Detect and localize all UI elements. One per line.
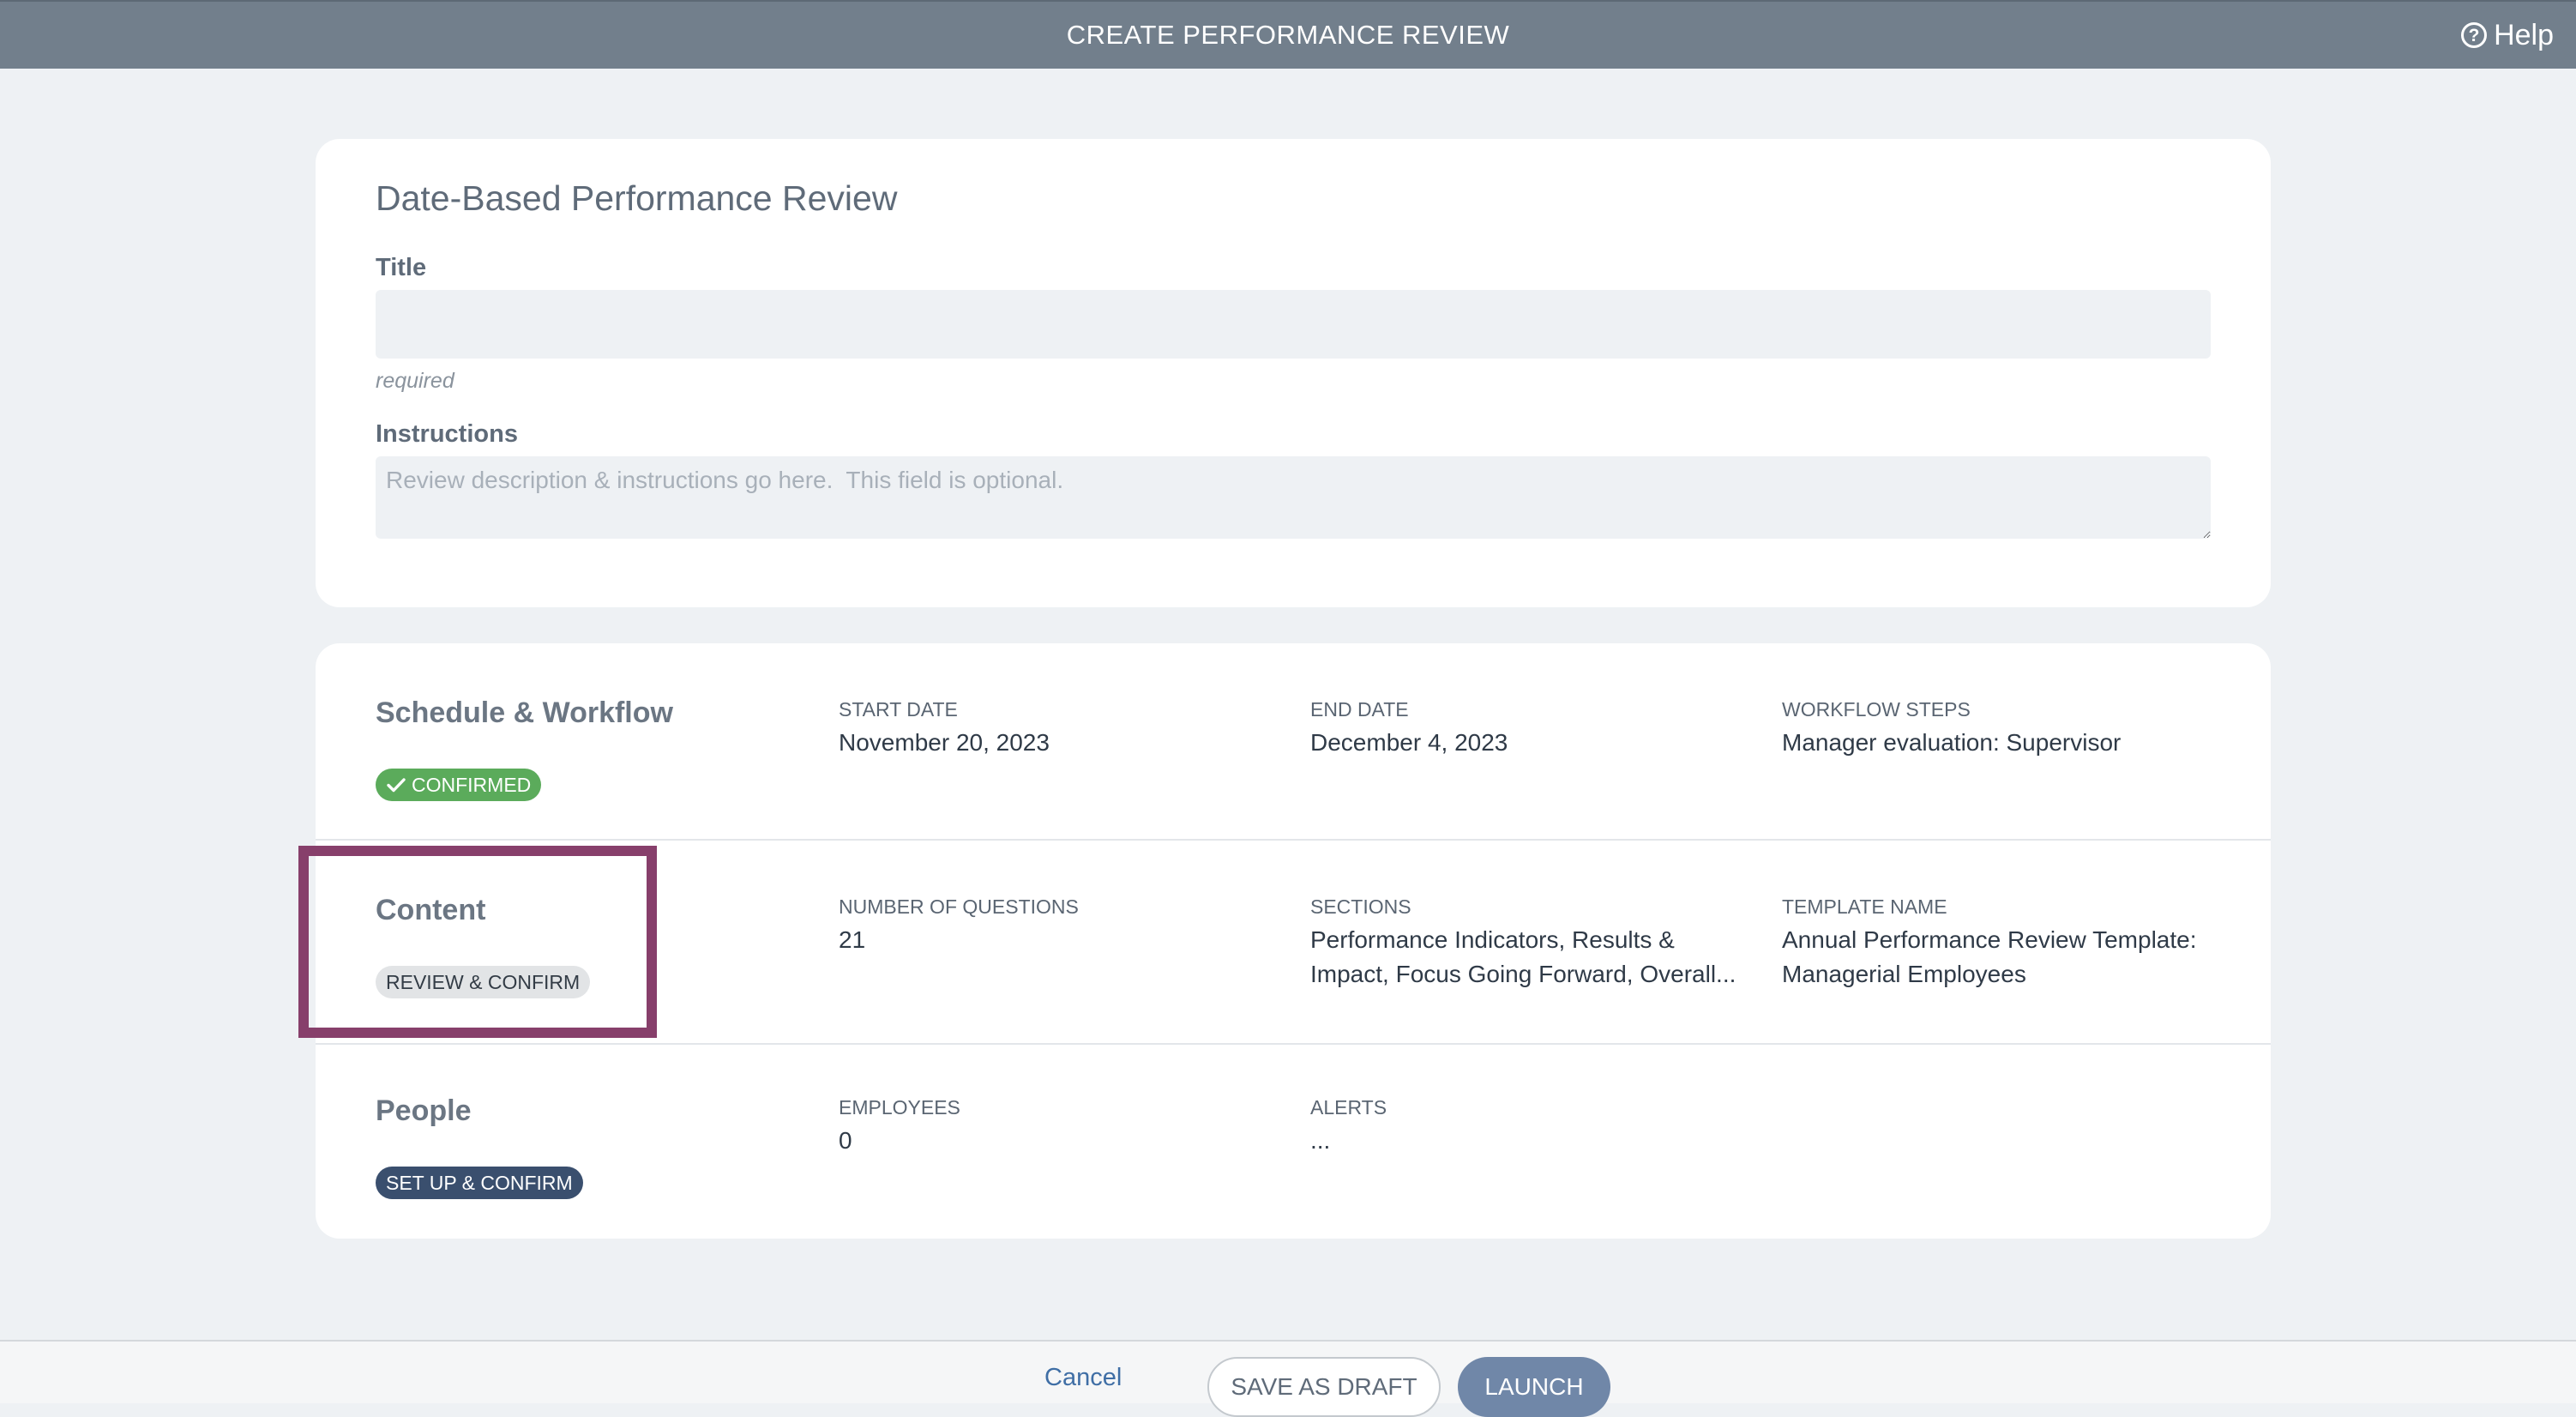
save-as-draft-button[interactable]: SAVE AS DRAFT <box>1207 1357 1441 1417</box>
section-title: People <box>376 1094 472 1127</box>
field-value: ... <box>1310 1127 1331 1154</box>
status-badge-label: CONFIRMED <box>412 773 532 796</box>
field-value: 21 <box>839 926 866 953</box>
cancel-link[interactable]: Cancel <box>1044 1364 1122 1392</box>
field-value: November 20, 2023 <box>839 729 1050 756</box>
field-value: Annual Performance Review Template: Mana… <box>1782 926 2197 987</box>
status-badge-label: REVIEW & CONFIRM <box>386 970 581 993</box>
field-value: Manager evaluation: Supervisor <box>1782 729 2122 756</box>
help-link[interactable]: ? Help <box>2461 2 2554 69</box>
status-badge-confirmed: CONFIRMED <box>376 769 542 801</box>
section-title: Content <box>376 894 486 926</box>
review-details-card: Date-Based Performance Review Title requ… <box>316 139 2271 607</box>
number-of-questions-field: NUMBER OF QUESTIONS 21 <box>839 894 1285 957</box>
status-badge-label: SET UP & CONFIRM <box>386 1171 573 1194</box>
workflow-steps-field: WORKFLOW STEPS Manager evaluation: Super… <box>1782 696 2228 760</box>
alerts-field: ALERTS ... <box>1310 1094 1756 1158</box>
field-label: END DATE <box>1310 698 1409 721</box>
review-type-heading: Date-Based Performance Review <box>376 178 898 218</box>
title-label: Title <box>376 254 427 281</box>
field-label: EMPLOYEES <box>839 1096 960 1119</box>
review-confirm-button[interactable]: REVIEW & CONFIRM <box>376 966 591 998</box>
title-input[interactable] <box>376 290 2211 359</box>
section-title: Schedule & Workflow <box>376 696 673 729</box>
field-label: TEMPLATE NAME <box>1782 895 1947 918</box>
people-section: People SET UP & CONFIRM EMPLOYEES 0 ALER… <box>316 1041 2271 1239</box>
launch-button[interactable]: LAUNCH <box>1458 1357 1610 1417</box>
field-value: December 4, 2023 <box>1310 729 1508 756</box>
start-date-field: START DATE November 20, 2023 <box>839 696 1285 760</box>
field-label: ALERTS <box>1310 1096 1387 1119</box>
template-name-field: TEMPLATE NAME Annual Performance Review … <box>1782 894 2228 992</box>
top-bar: CREATE PERFORMANCE REVIEW ? Help <box>0 0 2576 69</box>
instructions-textarea[interactable] <box>376 456 2211 539</box>
content-section: Content REVIEW & CONFIRM NUMBER OF QUEST… <box>316 839 2271 1045</box>
review-setup-card: Schedule & Workflow CONFIRMED START DATE… <box>316 643 2271 1239</box>
checkmark-icon <box>387 778 406 793</box>
setup-confirm-button[interactable]: SET UP & CONFIRM <box>376 1167 583 1199</box>
action-footer: Cancel SAVE AS DRAFT LAUNCH <box>0 1340 2576 1417</box>
field-label: START DATE <box>839 698 958 721</box>
question-circle-icon: ? <box>2461 22 2488 48</box>
page-title: CREATE PERFORMANCE REVIEW <box>1066 20 1510 50</box>
field-label: WORKFLOW STEPS <box>1782 698 1971 721</box>
schedule-workflow-section: Schedule & Workflow CONFIRMED START DATE… <box>316 643 2271 839</box>
field-label: NUMBER OF QUESTIONS <box>839 895 1079 918</box>
field-value: 0 <box>839 1127 852 1154</box>
employees-field: EMPLOYEES 0 <box>839 1094 1285 1158</box>
title-required-hint: required <box>376 369 454 393</box>
help-label: Help <box>2494 18 2554 51</box>
field-label: SECTIONS <box>1310 895 1411 918</box>
instructions-label: Instructions <box>376 420 518 448</box>
end-date-field: END DATE December 4, 2023 <box>1310 696 1756 760</box>
sections-field: SECTIONS Performance Indicators, Results… <box>1310 894 1756 992</box>
field-value: Performance Indicators, Results & Impact… <box>1310 926 1736 987</box>
